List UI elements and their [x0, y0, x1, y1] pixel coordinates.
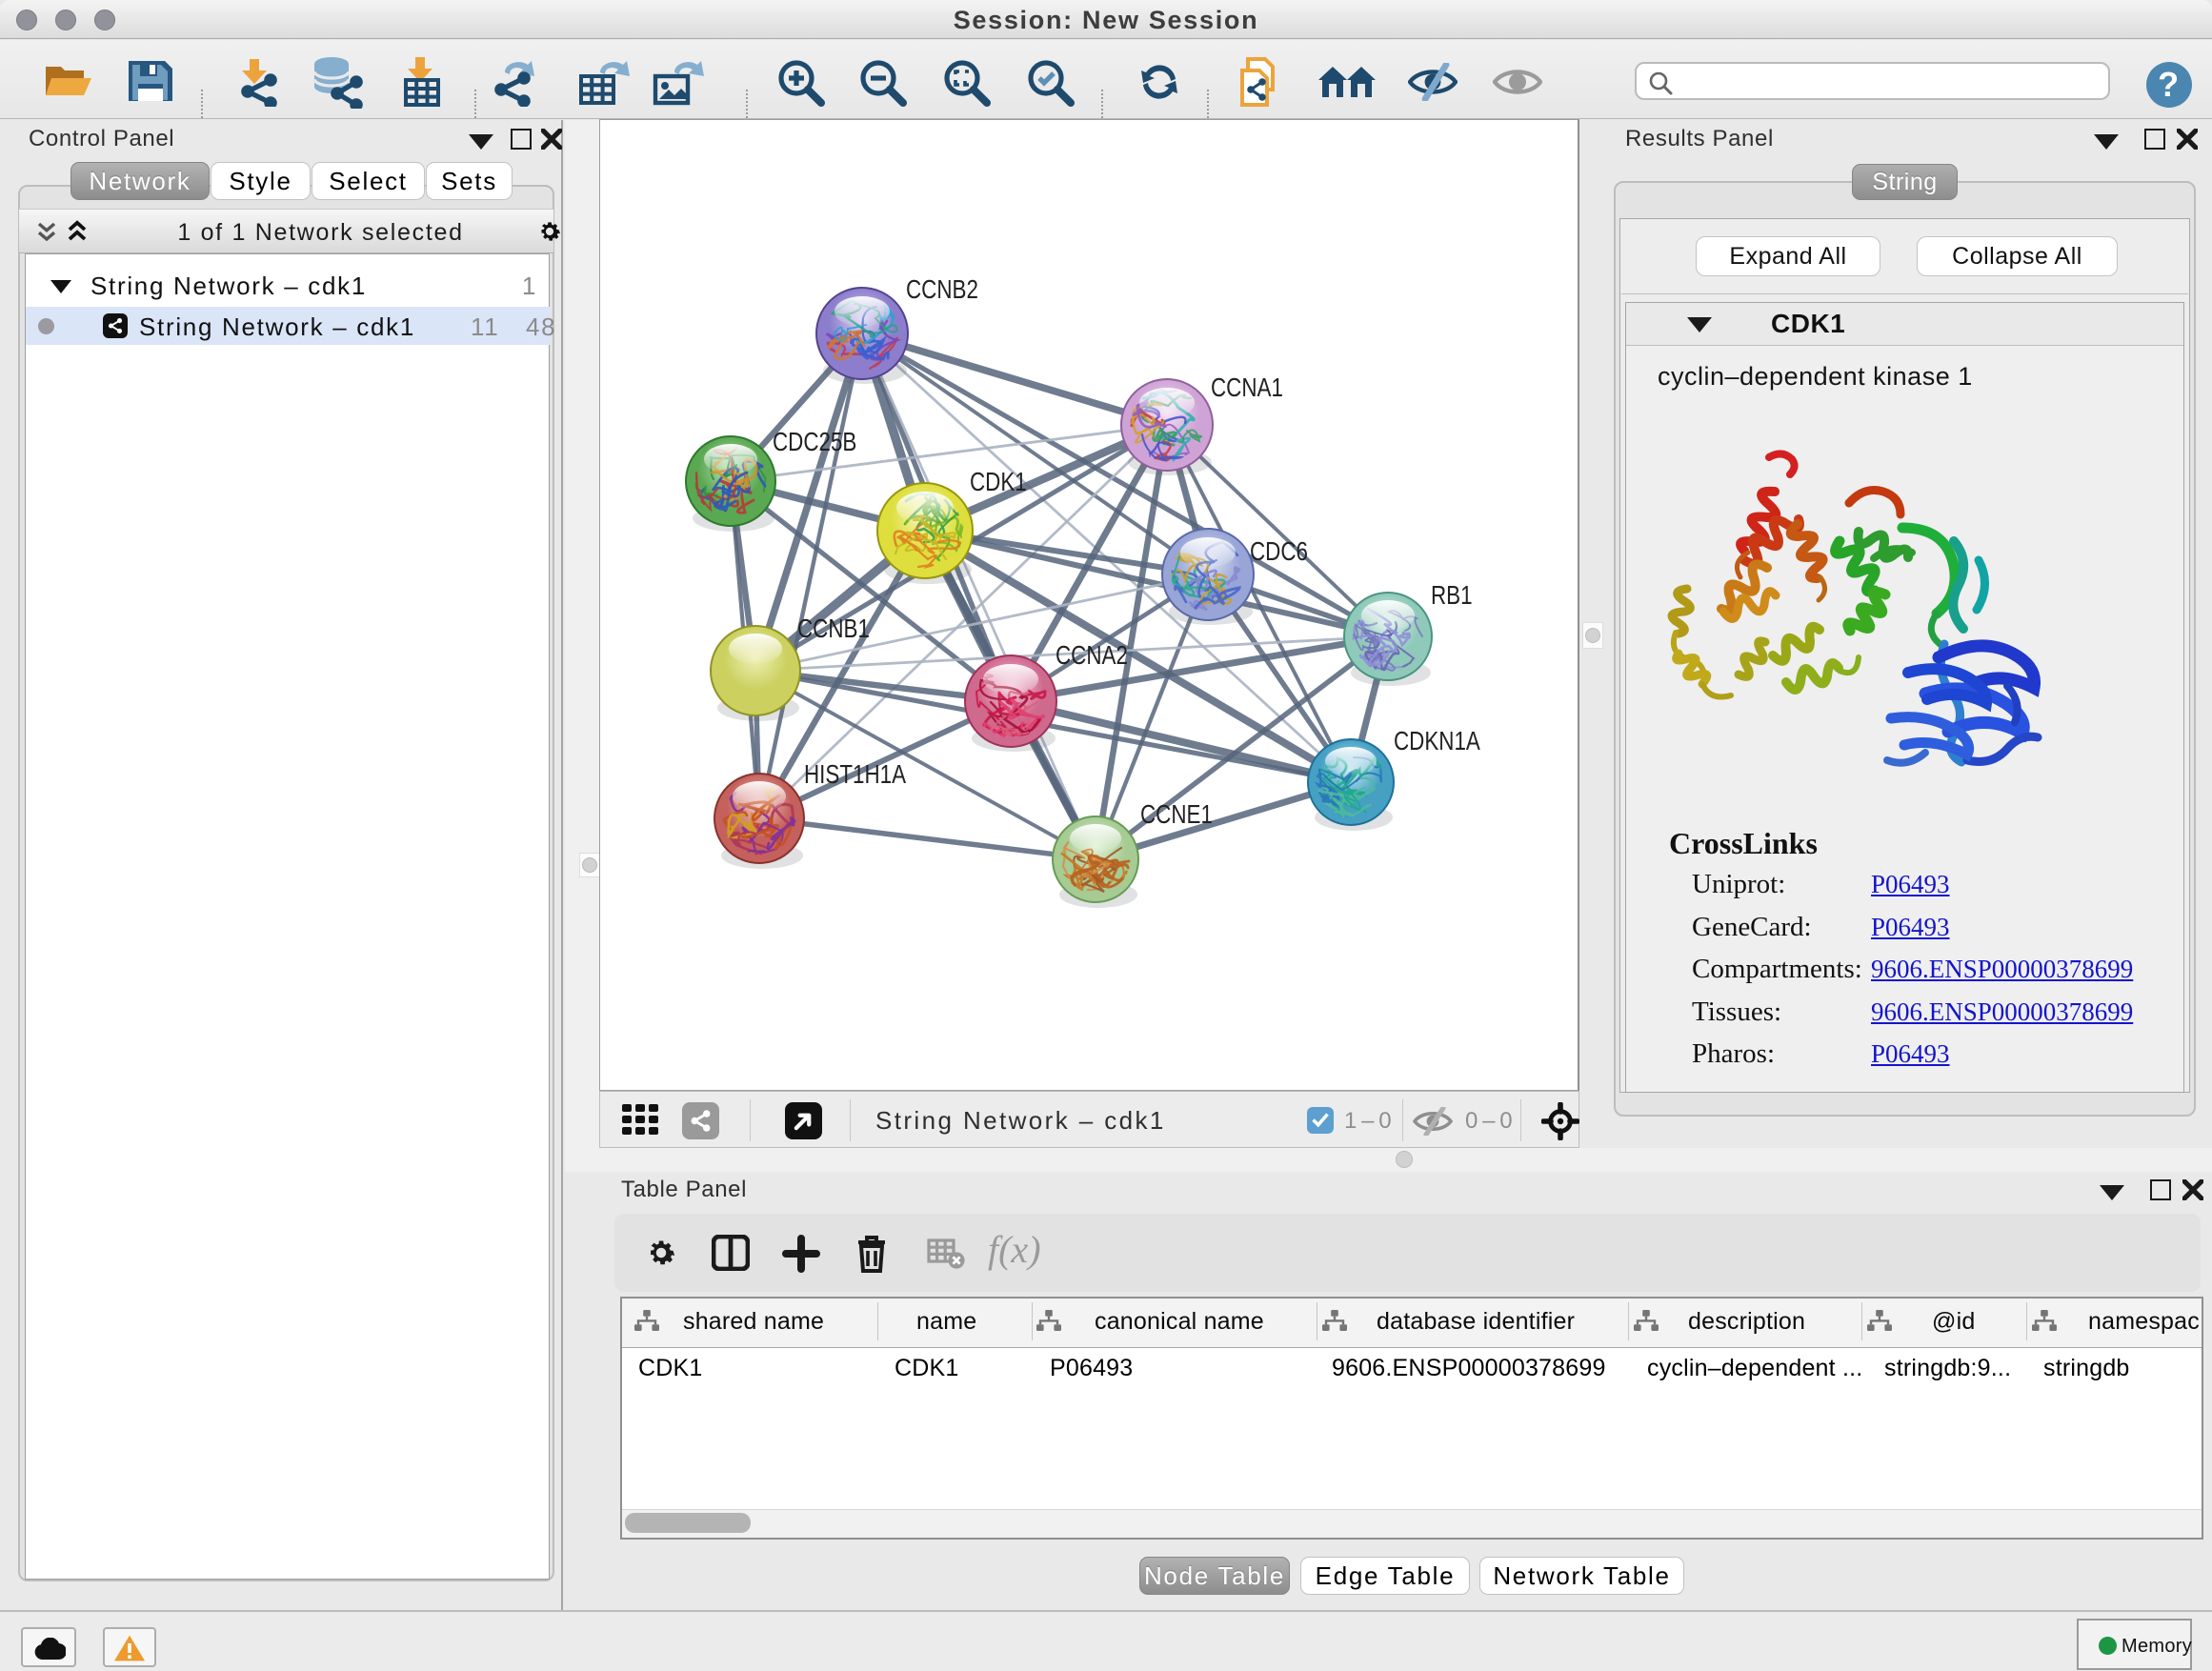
svg-text:RB1: RB1 [1431, 581, 1473, 611]
svg-text:CDKN1A: CDKN1A [1394, 727, 1480, 756]
svg-text:CCNB1: CCNB1 [797, 614, 870, 644]
svg-text:CDC25B: CDC25B [773, 428, 856, 457]
svg-text:CCNB2: CCNB2 [906, 275, 978, 305]
svg-text:CDK1: CDK1 [970, 468, 1027, 497]
svg-text:CCNA1: CCNA1 [1211, 373, 1283, 403]
svg-text:CCNE1: CCNE1 [1140, 800, 1213, 830]
svg-text:CDC6: CDC6 [1250, 537, 1308, 567]
svg-text:HIST1H1A: HIST1H1A [804, 760, 906, 790]
svg-text:CCNA2: CCNA2 [1056, 641, 1128, 671]
